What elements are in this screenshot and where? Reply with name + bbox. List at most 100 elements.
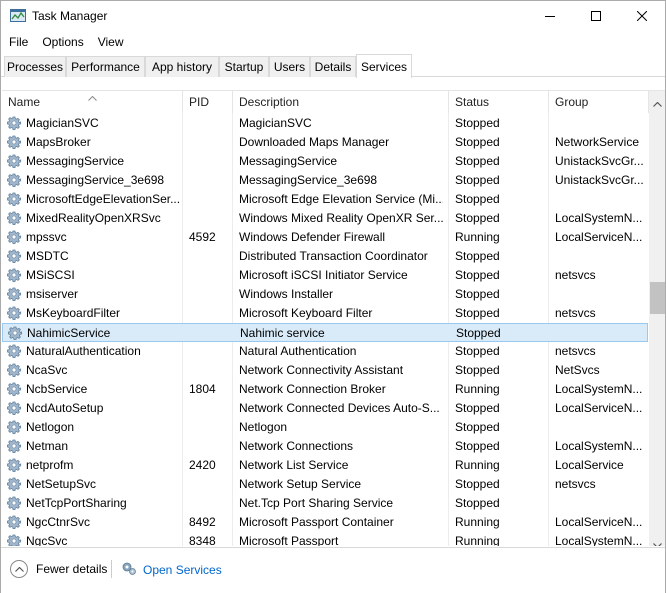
- open-services-link[interactable]: Open Services: [121, 560, 222, 579]
- cell-status: Stopped: [455, 192, 500, 206]
- service-gear-icon: [6, 439, 22, 454]
- table-row[interactable]: MessagingService_3e698 MessagingService_3…: [2, 171, 648, 190]
- cell-group: netsvcs: [555, 306, 596, 320]
- services-table: Name PID Description Status Group Magici…: [2, 90, 665, 546]
- table-row[interactable]: MSDTC Distributed Transaction Coordinator…: [2, 247, 648, 266]
- table-row[interactable]: netprofm 2420 Network List Service Running L…: [2, 456, 648, 475]
- close-button[interactable]: [619, 1, 665, 31]
- cell-description: Net.Tcp Port Sharing Service: [239, 496, 394, 510]
- column-header-pid[interactable]: PID: [183, 91, 233, 113]
- table-row[interactable]: msiserver Windows Installer Stopped: [2, 285, 648, 304]
- column-header-group[interactable]: Group: [549, 91, 649, 113]
- tab-services[interactable]: Services: [356, 54, 412, 78]
- cell-group: UnistackSvcGr...: [555, 154, 644, 168]
- menu-view[interactable]: View: [91, 35, 131, 49]
- service-gear-icon: [6, 116, 22, 131]
- service-gear-icon: [6, 496, 22, 511]
- cell-pid: [189, 247, 231, 266]
- cell-status: Stopped: [455, 401, 500, 415]
- table-row[interactable]: NahimicService Nahimic service Stopped: [2, 323, 648, 342]
- cell-group: netsvcs: [555, 477, 596, 491]
- table-row[interactable]: MsKeyboardFilter Microsoft Keyboard Filte…: [2, 304, 648, 323]
- cell-status: Stopped: [455, 268, 500, 282]
- maximize-button[interactable]: [573, 1, 619, 31]
- cell-status: Stopped: [455, 344, 500, 358]
- column-header-description[interactable]: Description: [233, 91, 449, 113]
- table-row[interactable]: mpssvc 4592 Windows Defender Firewall Runni…: [2, 228, 648, 247]
- cell-group: LocalSystemN...: [555, 534, 643, 546]
- table-row[interactable]: MixedRealityOpenXRSvc Windows Mixed Reali…: [2, 209, 648, 228]
- cell-description: Network Connection Broker: [239, 382, 386, 396]
- window-title: Task Manager: [32, 9, 108, 23]
- cell-description: Network Connectivity Assistant: [239, 363, 404, 377]
- table-row[interactable]: MapsBroker Downloaded Maps Manager Stopped…: [2, 133, 648, 152]
- table-row[interactable]: NcdAutoSetup Network Connected Devices Au…: [2, 399, 648, 418]
- fewer-details-button[interactable]: Fewer details: [10, 560, 107, 578]
- table-row[interactable]: NgcSvc 8348 Microsoft Passport Running Local…: [2, 532, 648, 546]
- scroll-down-icon[interactable]: [653, 537, 662, 546]
- tab-details[interactable]: Details: [310, 56, 356, 77]
- table-row[interactable]: MagicianSVC MagicianSVC Stopped: [2, 114, 648, 133]
- table-row[interactable]: NcbService 1804 Network Connection Broker R…: [2, 380, 648, 399]
- cell-pid: [189, 133, 231, 152]
- service-gear-icon: [7, 326, 23, 341]
- table-row[interactable]: MSiSCSI Microsoft iSCSI Initiator Service…: [2, 266, 648, 285]
- table-row[interactable]: NaturalAuthentication Natural Authenticat…: [2, 342, 648, 361]
- cell-name: NgcSvc: [26, 534, 68, 546]
- cell-group: NetSvcs: [555, 363, 600, 377]
- open-services-label: Open Services: [143, 562, 222, 577]
- tab-strip: Processes Performance App history Startu…: [1, 54, 665, 78]
- service-gear-icon: [6, 458, 22, 473]
- cell-description: MagicianSVC: [239, 116, 312, 130]
- cell-description: Network Connections: [239, 439, 354, 453]
- table-row[interactable]: NgcCtnrSvc 8492 Microsoft Passport Contain…: [2, 513, 648, 532]
- cell-group: netsvcs: [555, 268, 596, 282]
- table-row[interactable]: NcaSvc Network Connectivity Assistant Stop…: [2, 361, 648, 380]
- cell-group: [555, 418, 645, 437]
- cell-status: Stopped: [455, 363, 500, 377]
- table-row[interactable]: Netman Network Connections Stopped LocalSys…: [2, 437, 648, 456]
- cell-name: MessagingService_3e698: [26, 173, 165, 187]
- cell-status: Stopped: [455, 287, 500, 301]
- tab-processes[interactable]: Processes: [4, 56, 66, 77]
- cell-pid: 8348: [189, 534, 216, 546]
- scrollbar-thumb[interactable]: [650, 282, 665, 314]
- cell-description: Microsoft Edge Elevation Service (Mi...: [239, 192, 443, 206]
- cell-name: MicrosoftEdgeElevationSer...: [26, 192, 181, 206]
- menu-file[interactable]: File: [1, 35, 35, 49]
- vertical-scrollbar[interactable]: [649, 91, 665, 546]
- service-gear-icon: [6, 534, 22, 546]
- cell-name: NcbService: [26, 382, 88, 396]
- service-gear-icon: [6, 363, 22, 378]
- scroll-up-icon[interactable]: [653, 96, 662, 110]
- cell-group: LocalSystemN...: [555, 439, 643, 453]
- tab-performance[interactable]: Performance: [66, 56, 145, 77]
- cell-name: Netman: [26, 439, 69, 453]
- table-row[interactable]: Netlogon Netlogon Stopped: [2, 418, 648, 437]
- gear-icon: [121, 560, 137, 579]
- column-header-status[interactable]: Status: [449, 91, 549, 113]
- cell-description: Windows Installer: [239, 287, 334, 301]
- table-row[interactable]: MessagingService MessagingService Stopped U…: [2, 152, 648, 171]
- cell-name: MessagingService: [26, 154, 125, 168]
- cell-group: LocalSystemN...: [555, 211, 643, 225]
- service-gear-icon: [6, 287, 22, 302]
- cell-group: [555, 247, 645, 266]
- tab-startup[interactable]: Startup: [219, 56, 269, 77]
- cell-group: LocalServiceN...: [555, 401, 643, 415]
- menu-options[interactable]: Options: [35, 35, 90, 49]
- minimize-button[interactable]: [527, 1, 573, 31]
- cell-group: [556, 324, 646, 343]
- tab-users[interactable]: Users: [269, 56, 310, 77]
- tab-app-history[interactable]: App history: [145, 56, 219, 77]
- column-header-name[interactable]: Name: [2, 91, 183, 113]
- table-row[interactable]: NetSetupSvc Network Setup Service Stopped n…: [2, 475, 648, 494]
- footer-divider: [111, 560, 112, 578]
- cell-group: [555, 285, 645, 304]
- table-row[interactable]: NetTcpPortSharing Net.Tcp Port Sharing Se…: [2, 494, 648, 513]
- cell-pid: 2420: [189, 458, 216, 472]
- cell-pid: [189, 285, 231, 304]
- sort-ascending-icon: [88, 91, 97, 104]
- title-bar[interactable]: Task Manager: [1, 1, 665, 31]
- table-row[interactable]: MicrosoftEdgeElevationSer... Microsoft Ed…: [2, 190, 648, 209]
